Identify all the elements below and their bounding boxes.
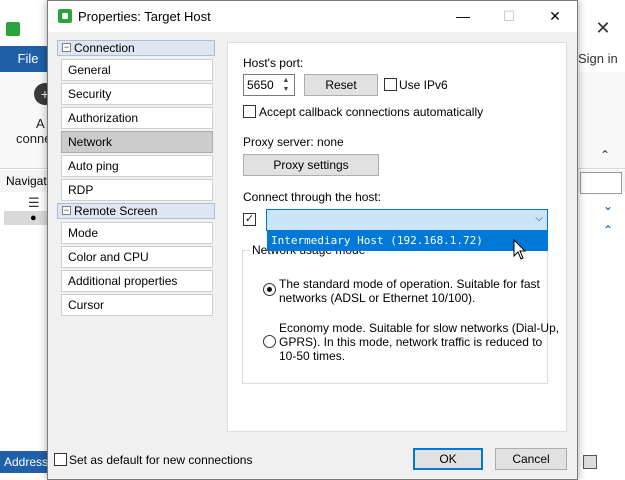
description-line: Economy mode. Suitable for slow networks…: [279, 321, 560, 335]
nav-group-remote-screen[interactable]: − Remote Screen: [57, 203, 215, 219]
spin-up-icon[interactable]: ▲: [280, 76, 292, 85]
callback-label: Accept callback connections automaticall…: [259, 105, 484, 119]
list-view-icon[interactable]: ☰: [28, 195, 40, 211]
spin-down-icon[interactable]: ▼: [280, 85, 292, 94]
port-stepper[interactable]: 5650 ▲ ▼: [243, 74, 295, 96]
status-dot-icon: ●: [30, 212, 37, 224]
dropdown-option-intermediary-host[interactable]: Intermediary Host (192.168.1.72): [267, 231, 548, 251]
description-line: The standard mode of operation. Suitable…: [279, 277, 540, 291]
port-value[interactable]: 5650: [247, 78, 274, 92]
navigation-label: Navigati: [6, 174, 50, 188]
collapse-icon[interactable]: −: [62, 206, 71, 215]
background-search-input[interactable]: [580, 172, 622, 194]
intermediary-host-combobox[interactable]: ⌵: [266, 209, 548, 231]
nav-group-label: Connection: [74, 41, 135, 55]
proxy-status-label: Proxy server: none: [243, 135, 344, 149]
nav-group-connection[interactable]: − Connection: [57, 40, 215, 56]
connect-through-label: Connect through the host:: [243, 190, 382, 204]
chevron-down-icon[interactable]: ⌵: [535, 213, 543, 224]
port-label: Host's port:: [243, 56, 304, 70]
chevron-up-icon[interactable]: ⌃: [603, 223, 613, 237]
standard-mode-radio[interactable]: [263, 283, 276, 296]
ipv6-label: Use IPv6: [399, 78, 448, 92]
nav-item-authorization[interactable]: Authorization: [61, 107, 213, 129]
standard-mode-description: The standard mode of operation. Suitable…: [279, 277, 540, 305]
list-item[interactable]: [4, 211, 48, 225]
economy-mode-radio[interactable]: [263, 335, 276, 348]
ok-button[interactable]: OK: [413, 448, 483, 470]
mouse-pointer-icon: [513, 239, 527, 260]
nav-item-cursor[interactable]: Cursor: [61, 294, 213, 316]
reset-button[interactable]: Reset: [304, 74, 378, 96]
nav-item-network[interactable]: Network: [61, 131, 213, 153]
nav-item-mode[interactable]: Mode: [61, 222, 213, 244]
description-line: 10-50 times.: [279, 349, 346, 363]
minimize-button[interactable]: —: [440, 1, 486, 32]
economy-mode-description: Economy mode. Suitable for slow networks…: [279, 321, 559, 363]
nav-item-security[interactable]: Security: [61, 83, 213, 105]
nav-group-label: Remote Screen: [74, 204, 158, 218]
sign-in-link[interactable]: Sign in: [578, 46, 625, 72]
maximize-button: ☐: [502, 8, 516, 24]
network-usage-groupbox: [242, 250, 548, 384]
cancel-button[interactable]: Cancel: [495, 448, 567, 470]
dialog-titlebar: Properties: Target Host — ☐ ✕: [48, 1, 577, 32]
nav-item-additional-properties[interactable]: Additional properties: [61, 270, 213, 292]
collapse-ribbon-icon[interactable]: ⌃: [600, 148, 610, 162]
dialog-app-icon: [58, 9, 72, 23]
callback-checkbox[interactable]: [243, 105, 256, 118]
description-line: GPRS). In this mode, network traffic is …: [279, 335, 543, 349]
dialog-title: Properties: Target Host: [78, 9, 211, 24]
nav-item-color-and-cpu[interactable]: Color and CPU: [61, 246, 213, 268]
add-connection-label: A: [36, 116, 45, 131]
connect-through-checkbox[interactable]: ✓: [243, 213, 256, 226]
close-button[interactable]: ✕: [532, 1, 578, 32]
ipv6-checkbox[interactable]: [384, 78, 397, 91]
nav-item-general[interactable]: General: [61, 59, 213, 81]
set-default-label: Set as default for new connections: [69, 453, 253, 467]
chevron-down-icon[interactable]: ⌄: [603, 199, 613, 213]
nav-item-rdp[interactable]: RDP: [61, 179, 213, 201]
status-bar-icon: [583, 455, 597, 469]
proxy-settings-button[interactable]: Proxy settings: [243, 154, 379, 176]
app-icon: [6, 22, 20, 36]
set-default-checkbox[interactable]: [54, 453, 67, 466]
description-line: networks (ADSL or Ethernet 10/100).: [279, 291, 476, 305]
nav-item-auto-ping[interactable]: Auto ping: [61, 155, 213, 177]
collapse-icon[interactable]: −: [62, 43, 71, 52]
background-close-button[interactable]: ✕: [588, 16, 618, 40]
